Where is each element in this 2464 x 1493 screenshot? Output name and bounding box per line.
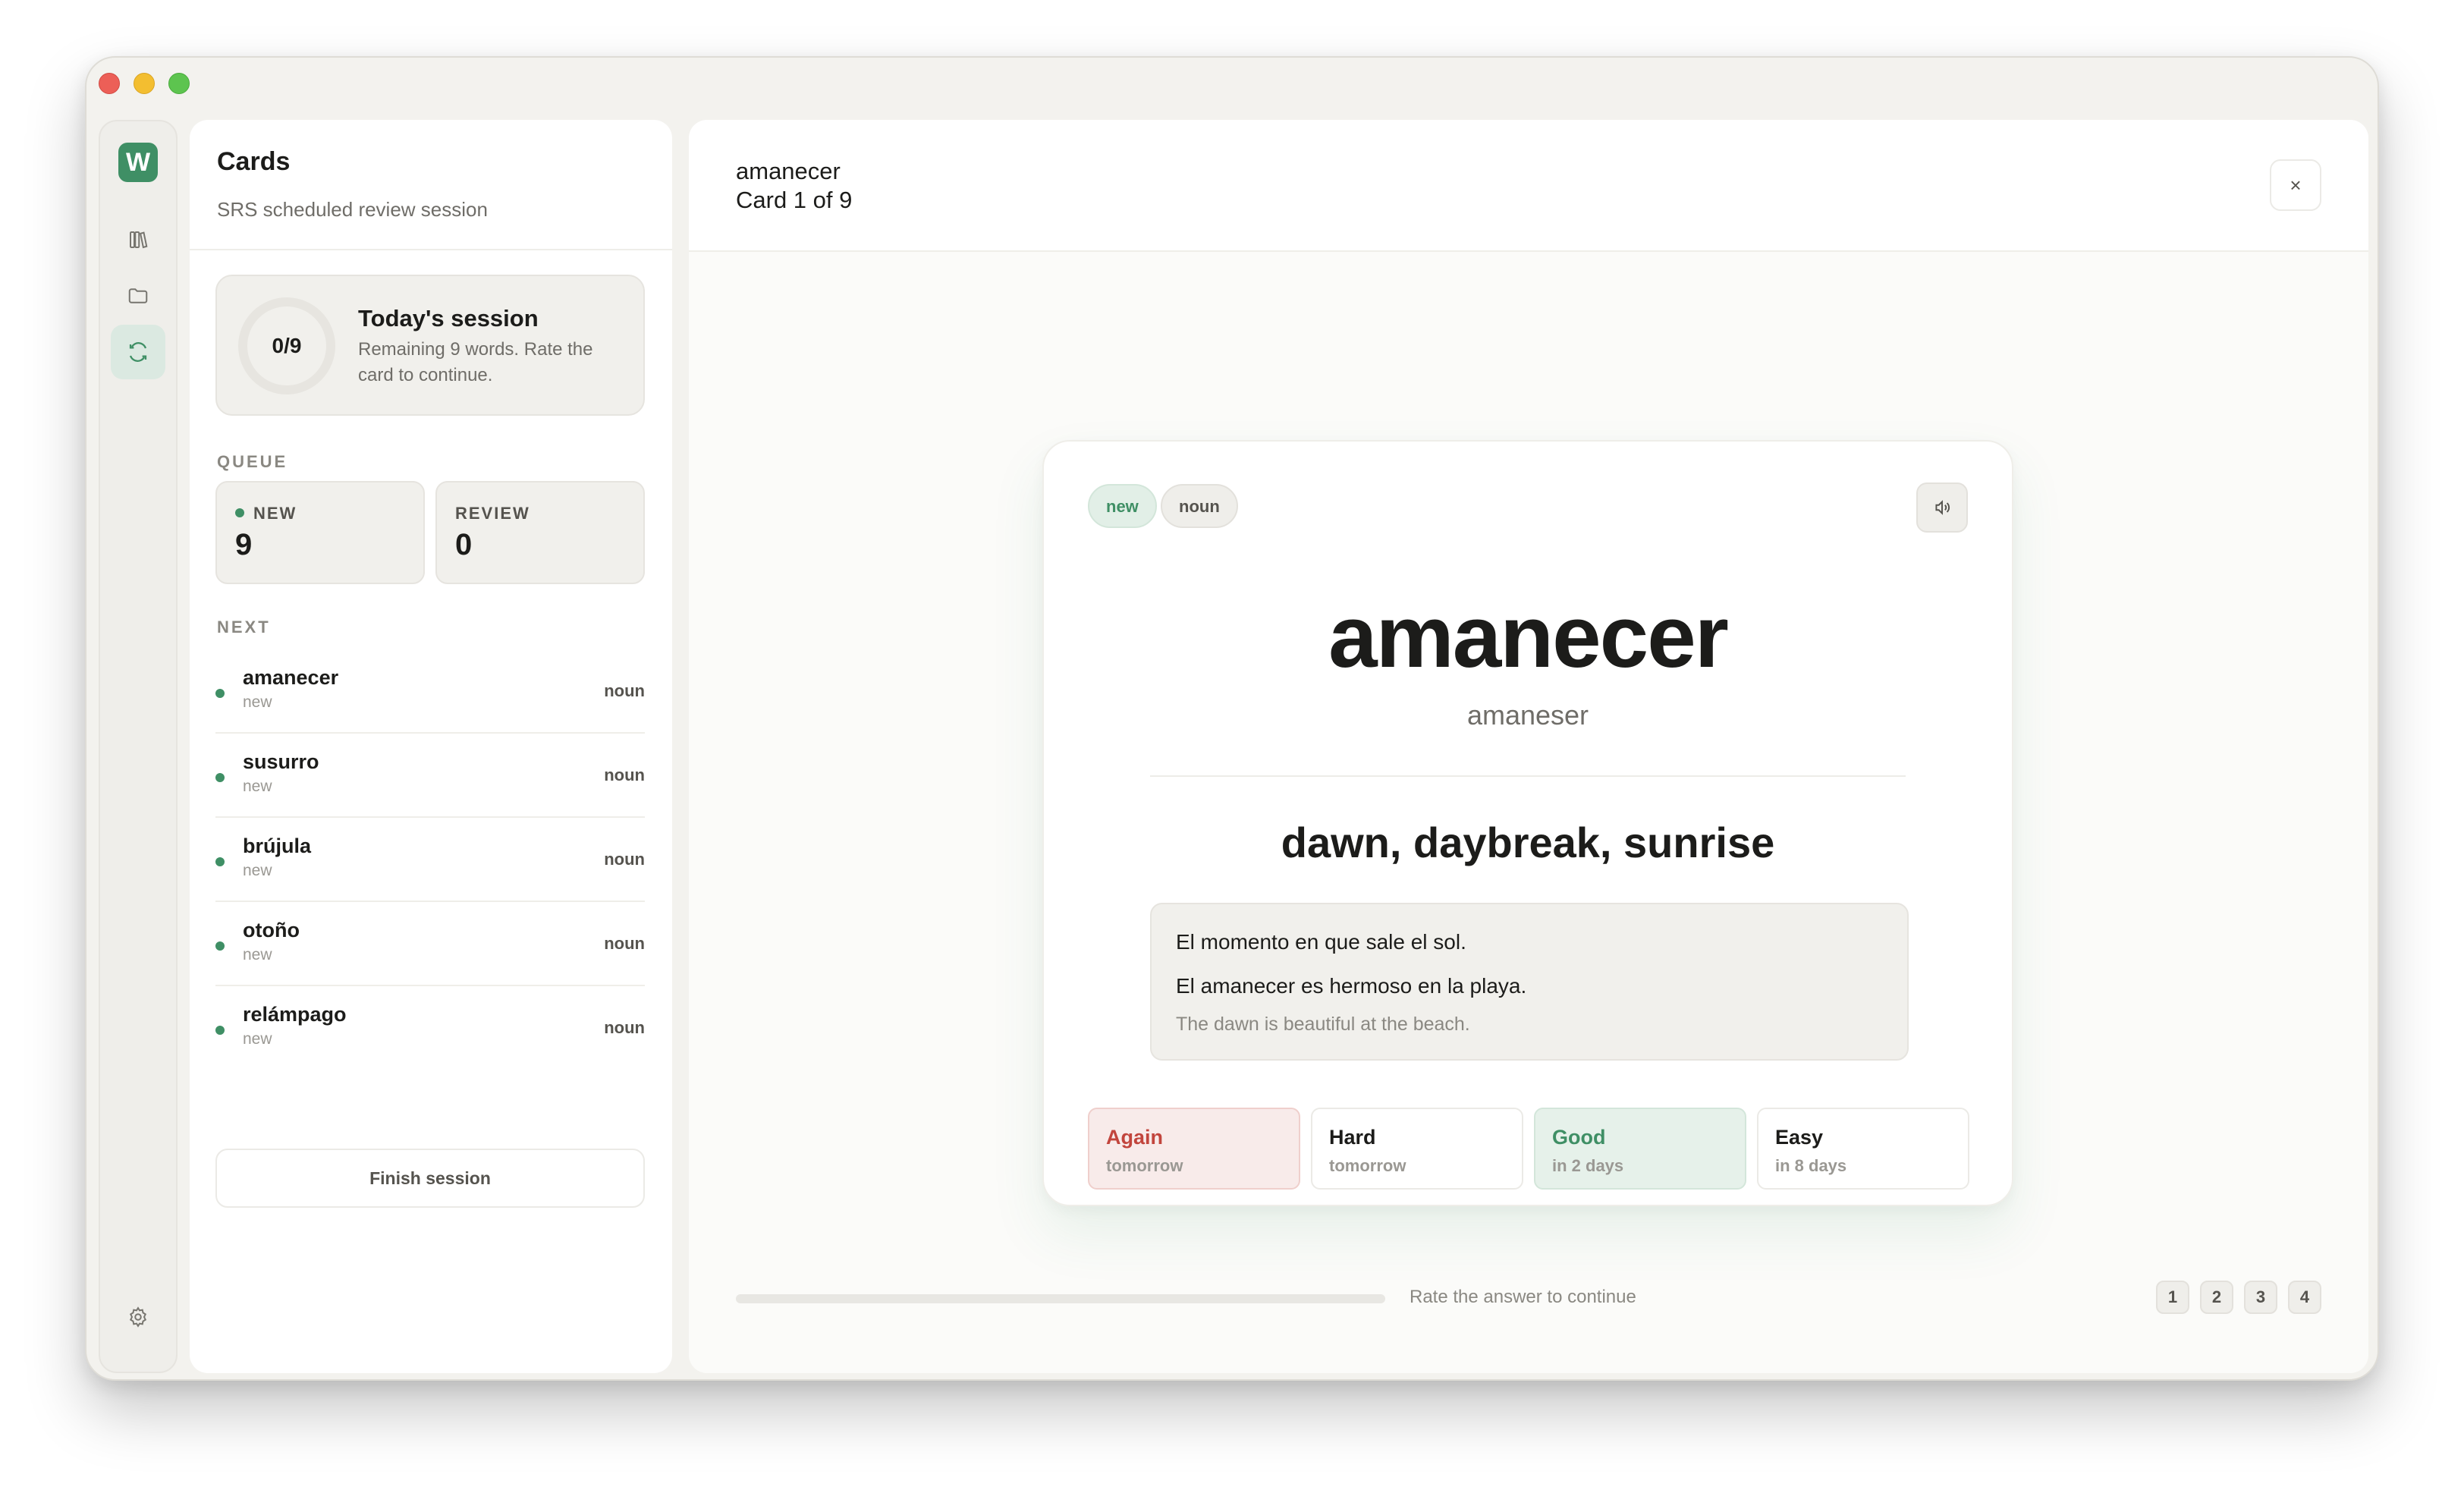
list-item-status: new (243, 693, 272, 711)
rate-interval: in 8 days (1775, 1156, 1847, 1175)
rate-easy-button[interactable]: Easy in 8 days (1757, 1108, 1969, 1190)
rate-label: Easy (1775, 1126, 1824, 1149)
list-item[interactable]: relámpago new noun (215, 986, 645, 1070)
flashcard: new noun amanecer amaneser dawn, daybrea… (1042, 440, 2013, 1206)
list-item[interactable]: amanecer new noun (215, 649, 645, 734)
app-logo[interactable]: W (118, 143, 158, 182)
rail-library-button[interactable] (111, 212, 165, 267)
list-item[interactable]: susurro new noun (215, 734, 645, 818)
list-item-word: susurro (243, 750, 319, 773)
list-item-word: brújula (243, 835, 312, 857)
rate-interval: tomorrow (1106, 1156, 1183, 1175)
close-button[interactable]: × (2270, 159, 2321, 211)
card-example: El amanecer es hermoso en la playa. (1176, 974, 1527, 998)
list-item-status: new (243, 862, 272, 879)
session-progress-ring: 0/9 (238, 297, 335, 394)
status-dot (215, 941, 225, 951)
card-translation: dawn, daybreak, sunrise (1281, 819, 1775, 866)
library-icon (130, 231, 148, 249)
card-phonetic: amaneser (1466, 699, 1589, 731)
list-item-status: new (243, 1030, 272, 1048)
pos-badge: noun (1161, 484, 1238, 528)
list-item-word: amanecer (243, 666, 339, 689)
panel-header: Cards SRS scheduled review session (190, 120, 672, 250)
rail-settings-button[interactable] (111, 1290, 165, 1344)
list-item[interactable]: otoño new noun (215, 902, 645, 986)
rate-label: Good (1552, 1126, 1606, 1149)
next-section-label: NEXT (217, 618, 271, 636)
app-window: W Cards SRS scheduled review session 0/9… (85, 56, 2379, 1381)
rate-label: Hard (1329, 1126, 1376, 1149)
speaker-icon (1935, 500, 1950, 515)
zoom-window-button[interactable] (168, 73, 190, 94)
rate-again-button[interactable]: Again tomorrow (1088, 1108, 1300, 1190)
window-controls (99, 73, 190, 94)
icon-rail: W (99, 120, 178, 1373)
folder-icon (128, 288, 148, 303)
next-cards-list: amanecer new noun susurro new noun brúju… (215, 649, 645, 1070)
shortcut-key-3[interactable]: 3 (2244, 1281, 2277, 1314)
play-audio-button[interactable] (1916, 482, 1968, 533)
card-divider (1150, 775, 1906, 777)
list-item-word: otoño (243, 919, 300, 941)
example-box: El momento en que sale el sol. El amanec… (1150, 903, 1909, 1061)
status-badge: new (1088, 484, 1157, 528)
card-counter: Card 1 of 9 (736, 187, 853, 213)
rail-folder-button[interactable] (111, 269, 165, 323)
rate-interval: tomorrow (1329, 1156, 1406, 1175)
status-dot (215, 689, 225, 698)
queue-new-box: NEW 9 (215, 481, 425, 584)
list-item-word: relámpago (243, 1003, 347, 1026)
rate-good-button[interactable]: Good in 2 days (1534, 1108, 1746, 1190)
finish-session-button[interactable]: Finish session (215, 1149, 645, 1208)
review-icon (129, 342, 147, 362)
shortcut-key-4[interactable]: 4 (2288, 1281, 2321, 1314)
review-main: amanecer Card 1 of 9 × new noun amanecer… (689, 120, 2368, 1373)
close-window-button[interactable] (99, 73, 120, 94)
session-summary-card: 0/9 Today's session Remaining 9 words. R… (215, 275, 645, 416)
continue-hint: Rate the answer to continue (1410, 1287, 1636, 1307)
status-dot (215, 1026, 225, 1035)
minimize-window-button[interactable] (134, 73, 155, 94)
queue-new-label: NEW (253, 504, 297, 523)
list-item-pos: noun (604, 850, 645, 869)
review-header: amanecer Card 1 of 9 × (689, 120, 2368, 252)
list-item-pos: noun (604, 765, 645, 784)
list-item[interactable]: brújula new noun (215, 818, 645, 902)
settings-icon (129, 1306, 147, 1328)
session-progress-bar (736, 1294, 1385, 1303)
list-item-pos: noun (604, 1018, 645, 1037)
queue-section-label: QUEUE (217, 452, 288, 471)
review-title: amanecer (736, 158, 841, 184)
session-title: Today's session (358, 305, 539, 332)
status-dot (215, 857, 225, 866)
shortcut-key-2[interactable]: 2 (2200, 1281, 2233, 1314)
queue-review-count: 0 (455, 528, 473, 561)
card-word: amanecer (1328, 587, 1729, 686)
list-item-status: new (243, 946, 272, 963)
queue-review-box: REVIEW 0 (435, 481, 645, 584)
shortcut-keys: 1 2 3 4 (2156, 1281, 2321, 1314)
panel-subtitle: SRS scheduled review session (217, 198, 488, 221)
cards-panel: Cards SRS scheduled review session 0/9 T… (190, 120, 672, 1373)
rate-hard-button[interactable]: Hard tomorrow (1311, 1108, 1523, 1190)
session-description: Remaining 9 words. Rate the card to cont… (358, 339, 593, 385)
list-item-pos: noun (604, 934, 645, 953)
card-definition: El momento en que sale el sol. (1176, 930, 1466, 954)
card-example-translation: The dawn is beautiful at the beach. (1176, 1014, 1470, 1035)
new-dot (235, 508, 244, 517)
rate-label: Again (1106, 1126, 1164, 1149)
list-item-status: new (243, 778, 272, 795)
panel-title: Cards (217, 147, 291, 176)
status-dot (215, 773, 225, 782)
rail-review-button[interactable] (111, 325, 165, 379)
list-item-pos: noun (604, 681, 645, 700)
rate-interval: in 2 days (1552, 1156, 1624, 1175)
queue-new-count: 9 (235, 528, 253, 561)
queue-review-label: REVIEW (455, 504, 530, 523)
shortcut-key-1[interactable]: 1 (2156, 1281, 2189, 1314)
